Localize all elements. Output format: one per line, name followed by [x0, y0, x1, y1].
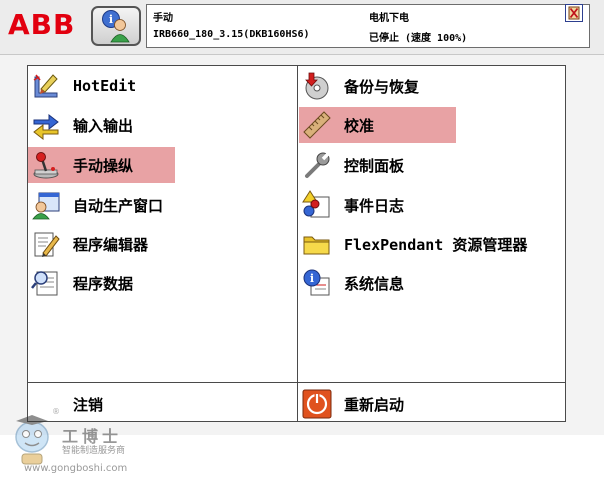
watermark-name: 工博士 — [62, 427, 123, 446]
menu-item-restart[interactable]: 重新启动 — [299, 386, 459, 422]
menu-item-control-panel[interactable]: 控制面板 — [299, 147, 459, 183]
menu-item-label: HotEdit — [73, 77, 137, 95]
menu-item-io[interactable]: 输入输出 — [28, 107, 173, 143]
menu-item-label: 重新启动 — [344, 395, 405, 414]
menu-item-program-data[interactable]: 程序数据 — [28, 265, 173, 301]
menu-item-label: 备份与恢复 — [344, 77, 420, 96]
menu-item-hotedit[interactable]: HotEdit — [28, 68, 173, 104]
folder-icon — [300, 228, 334, 260]
operating-mode: 手动 — [153, 13, 173, 24]
column-divider — [297, 66, 298, 421]
menu-item-production-window[interactable]: 自动生产窗口 — [28, 187, 203, 223]
wrench-icon — [300, 149, 334, 181]
menu-item-label: 注销 — [73, 395, 104, 414]
menu-item-label: 自动生产窗口 — [73, 196, 164, 215]
program-data-icon — [29, 267, 63, 299]
menu-item-backup-restore[interactable]: 备份与恢复 — [299, 68, 459, 104]
menu-item-flexpendant-explorer[interactable]: FlexPendant 资源管理器 — [299, 226, 534, 262]
hotedit-icon — [29, 70, 63, 102]
menu-item-program-editor[interactable]: 程序编辑器 — [28, 226, 188, 262]
flexpendant-screen: ABB i 手动 IRB660_180_3.15(DKB160HS6) 电机下电… — [0, 0, 604, 474]
svg-text:i: i — [109, 13, 113, 26]
menu-item-label: FlexPendant 资源管理器 — [344, 235, 528, 254]
logout-icon — [29, 388, 63, 420]
controller-name: IRB660_180_3.15(DKB160HS6) — [153, 29, 310, 40]
motor-state: 电机下电 — [369, 13, 409, 24]
menu-item-label: 程序数据 — [73, 274, 134, 293]
menu-item-label: 系统信息 — [344, 274, 405, 293]
menu-item-jogging[interactable]: 手动操纵 — [28, 147, 175, 183]
menu-item-event-log[interactable]: 事件日志 — [299, 187, 459, 223]
main-menu-area: HotEdit 输入输出 手动操纵 自动生产窗口 程序编辑器 程序数据 注销 备… — [0, 55, 604, 474]
program-editor-icon — [29, 228, 63, 260]
close-icon — [568, 6, 580, 20]
menu-item-label: 控制面板 — [344, 156, 405, 175]
calibration-ruler-icon — [300, 109, 334, 141]
backup-disc-icon — [300, 70, 334, 102]
status-panel[interactable]: 手动 IRB660_180_3.15(DKB160HS6) 电机下电 已停止 (… — [146, 4, 590, 48]
menu-item-label: 程序编辑器 — [73, 235, 149, 254]
auto-production-icon — [29, 189, 63, 221]
menu-item-calibration[interactable]: 校准 — [299, 107, 456, 143]
main-menu-panel: HotEdit 输入输出 手动操纵 自动生产窗口 程序编辑器 程序数据 注销 备… — [27, 65, 566, 422]
abb-logo: ABB — [8, 8, 76, 41]
close-button[interactable] — [565, 4, 583, 22]
run-state: 已停止 (速度 100%) — [369, 33, 468, 44]
menu-item-label: 输入输出 — [73, 116, 134, 135]
joystick-icon — [29, 149, 63, 181]
event-log-icon — [300, 189, 334, 221]
watermark-subtitle: 智能制造服务商 — [62, 446, 126, 456]
svg-text:i: i — [310, 272, 314, 285]
io-arrows-icon — [29, 109, 63, 141]
menu-item-label: 校准 — [344, 116, 375, 135]
menu-item-label: 手动操纵 — [73, 156, 134, 175]
watermark-url: www.gongboshi.com — [24, 463, 128, 474]
main-menu-button[interactable]: i — [91, 6, 141, 46]
status-bar: ABB i 手动 IRB660_180_3.15(DKB160HS6) 电机下电… — [0, 0, 604, 55]
bottom-divider — [28, 382, 565, 383]
menu-item-system-info[interactable]: i 系统信息 — [299, 265, 459, 301]
system-info-icon: i — [300, 267, 334, 299]
main-menu-icon: i — [102, 10, 130, 43]
menu-item-logout[interactable]: 注销 — [28, 386, 173, 422]
restart-icon — [300, 388, 334, 420]
menu-item-label: 事件日志 — [344, 196, 405, 215]
